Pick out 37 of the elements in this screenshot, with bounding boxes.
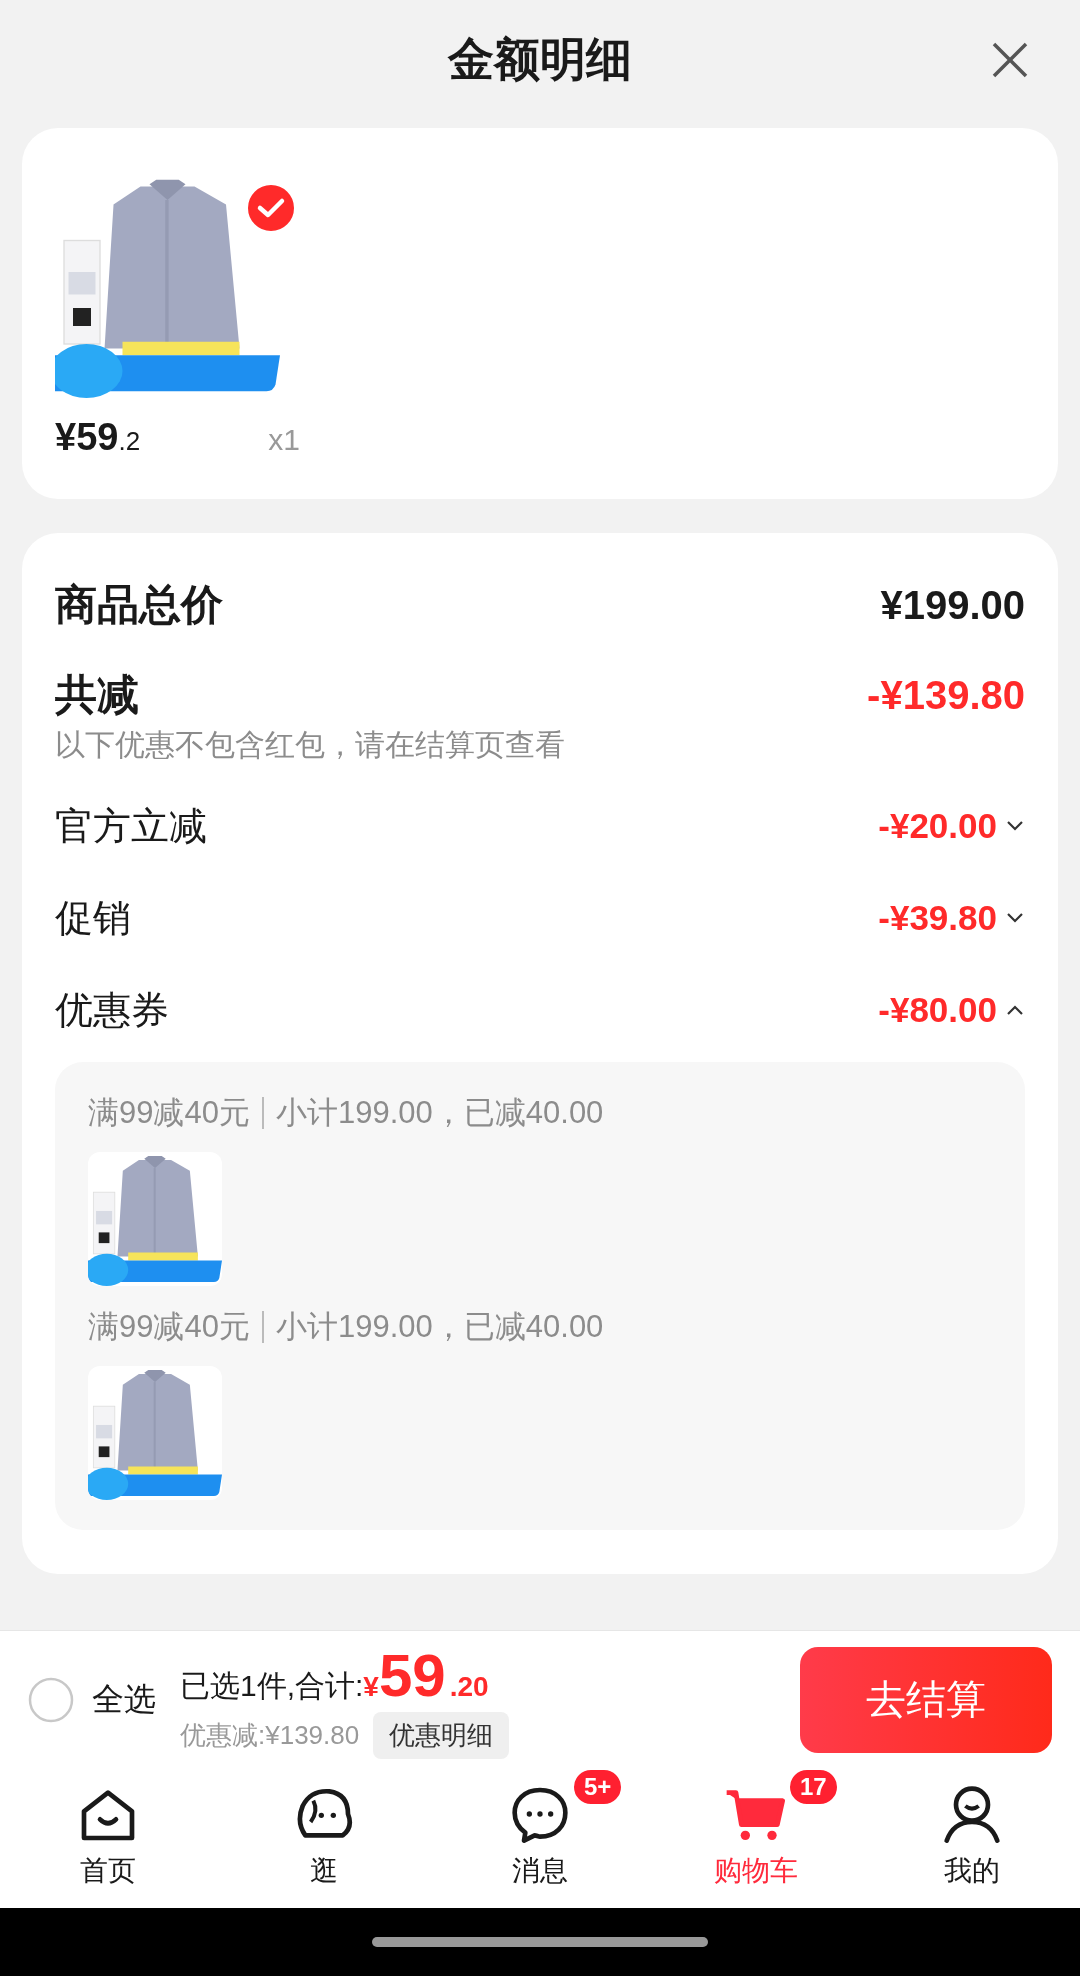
note-text: 以下优惠不包含红包，请在结算页查看 — [55, 727, 566, 763]
nav-tab[interactable]: 首页 — [80, 1852, 136, 1890]
nav-tab[interactable]: 逛 — [310, 1852, 338, 1890]
summary-amount: ¥199.00 — [880, 582, 1025, 628]
discount-amount[interactable]: -¥20.00 — [878, 806, 997, 846]
coupon-rule: 满99减40元 — [88, 1308, 250, 1346]
select-all-label[interactable]: 全选 — [92, 1677, 156, 1722]
summary-label: 共减 — [55, 670, 139, 720]
discount-total: 优惠减:¥139.80 — [180, 1718, 360, 1752]
discount-detail-button[interactable]: 优惠明细 — [373, 1711, 510, 1759]
check-icon[interactable] — [248, 185, 294, 231]
chevron-up-icon[interactable] — [1005, 1004, 1025, 1016]
nav-tab[interactable]: 购物车 — [714, 1852, 798, 1890]
coupon-rule: 满99减40元 — [88, 1094, 250, 1132]
summary-amount: -¥139.80 — [867, 672, 1025, 718]
chevron-down-icon[interactable] — [1005, 820, 1025, 832]
total-price: ¥59.20 — [363, 1640, 489, 1710]
coupon-subtotal: 小计199.00，已减40.00 — [275, 1308, 604, 1346]
quantity: x1 — [268, 423, 300, 457]
product-price: ¥59.2 — [55, 416, 141, 459]
sheet-title: 金额明细 — [448, 32, 632, 87]
close-icon[interactable] — [990, 40, 1030, 80]
selected-summary: 已选1件,合计: — [180, 1667, 364, 1704]
summary-label: 商品总价 — [55, 580, 223, 630]
discount-label: 官方立减 — [55, 803, 207, 849]
nav-tab[interactable]: 消息 — [512, 1852, 568, 1890]
checkout-button[interactable]: 去结算 — [800, 1646, 1052, 1753]
chevron-down-icon[interactable] — [1005, 912, 1025, 924]
count-badge: 17 — [788, 1768, 839, 1806]
discount-label: 促销 — [55, 895, 131, 941]
discount-amount[interactable]: -¥39.80 — [878, 898, 997, 938]
coupon-subtotal: 小计199.00，已减40.00 — [275, 1094, 604, 1132]
discount-amount[interactable]: -¥80.00 — [878, 990, 997, 1030]
select-all-radio[interactable] — [28, 1676, 74, 1723]
nav-tab[interactable]: 我的 — [944, 1852, 1000, 1890]
count-badge: 5+ — [572, 1768, 624, 1806]
discount-label: 优惠券 — [55, 987, 169, 1033]
